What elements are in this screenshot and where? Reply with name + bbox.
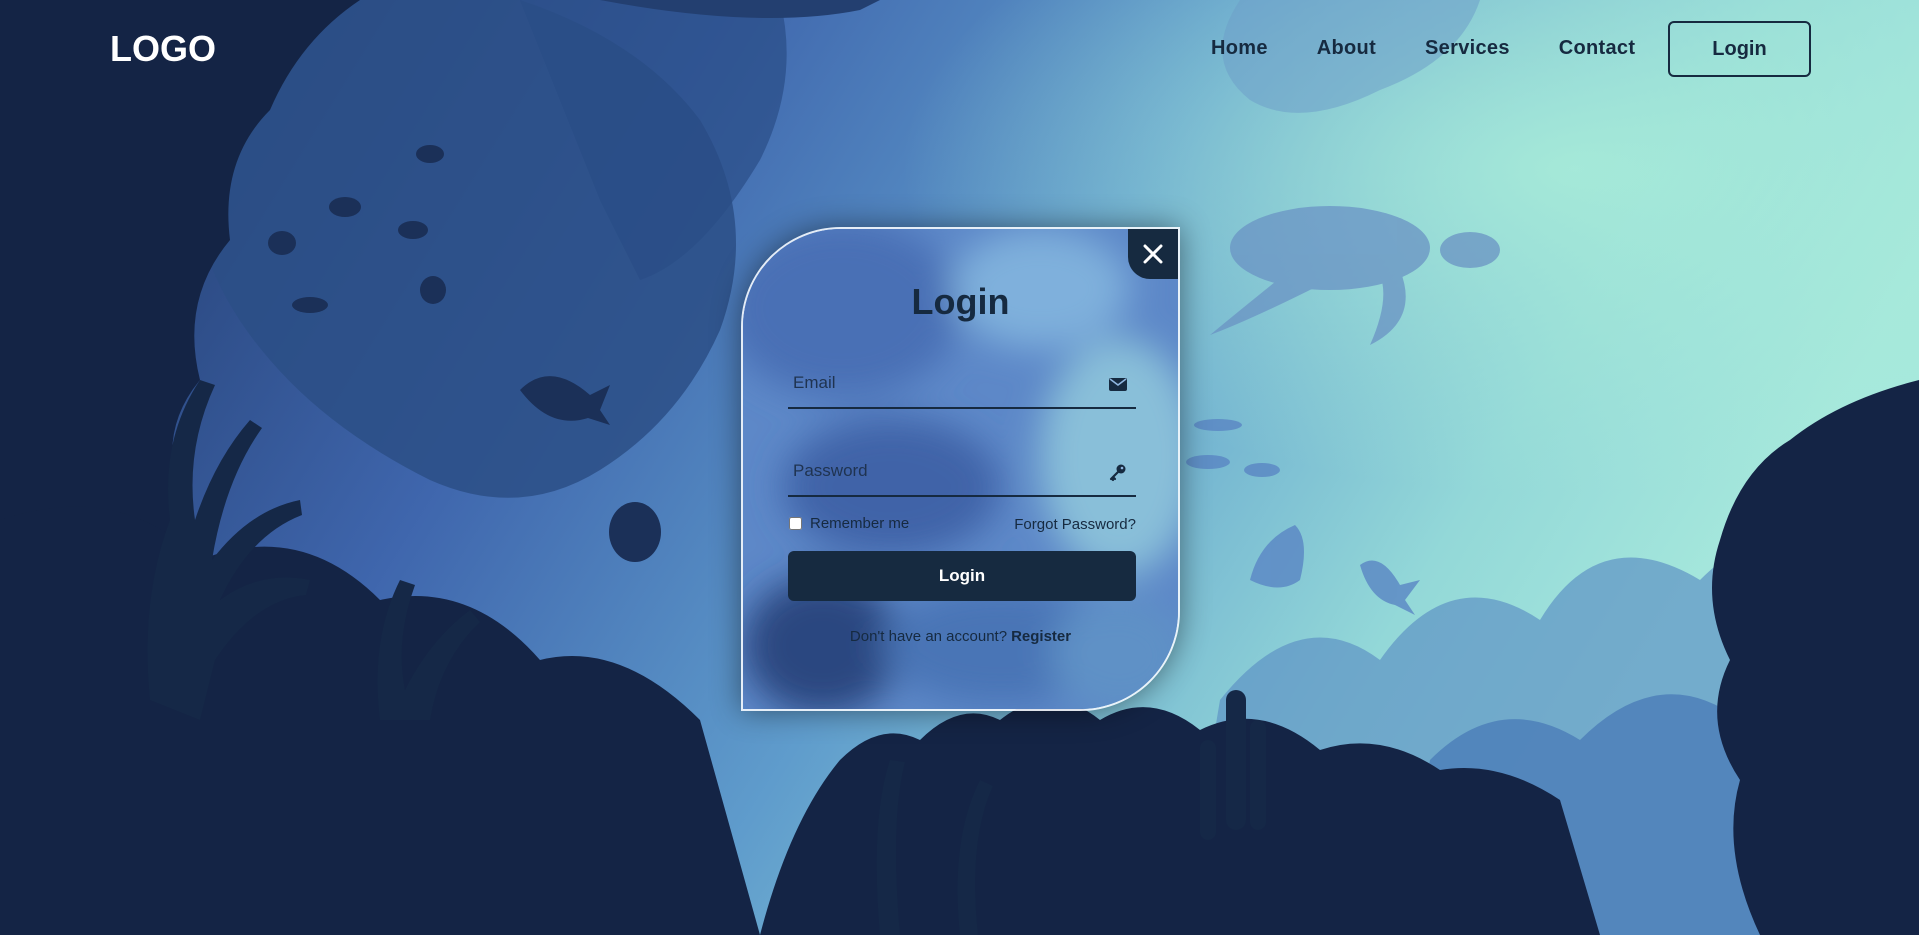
remember-row: Remember me Forgot Password?: [788, 515, 1136, 535]
login-modal: Login Remember me Forgot Password? Login…: [741, 227, 1180, 711]
email-input[interactable]: [788, 359, 1088, 407]
nav-services[interactable]: Services: [1425, 37, 1510, 60]
site-header: LOGO Home About Services Contact Login: [0, 0, 1919, 100]
logo[interactable]: LOGO: [110, 28, 216, 70]
remember-me-checkbox[interactable]: [789, 517, 802, 530]
nav-about[interactable]: About: [1317, 37, 1376, 60]
login-submit-button[interactable]: Login: [788, 551, 1136, 601]
password-field: [788, 447, 1136, 497]
close-icon: [1143, 244, 1163, 264]
key-icon: [1109, 464, 1126, 482]
header-login-button[interactable]: Login: [1668, 21, 1811, 77]
nav-home[interactable]: Home: [1211, 37, 1268, 60]
forgot-password-link[interactable]: Forgot Password?: [1014, 516, 1136, 533]
password-input[interactable]: [788, 447, 1088, 495]
email-field: [788, 359, 1136, 409]
main-nav: Home About Services Contact: [1211, 37, 1684, 60]
modal-title: Login: [911, 281, 1010, 322]
register-link[interactable]: Register: [1011, 628, 1071, 645]
register-row: Don't have an account? Register: [743, 628, 1178, 645]
remember-me-text: Remember me: [810, 515, 910, 532]
mail-icon: [1109, 378, 1127, 391]
close-button[interactable]: [1128, 229, 1178, 279]
register-prompt: Don't have an account?: [849, 628, 1008, 645]
remember-me-label[interactable]: Remember me: [788, 515, 909, 532]
nav-contact[interactable]: Contact: [1559, 37, 1636, 60]
